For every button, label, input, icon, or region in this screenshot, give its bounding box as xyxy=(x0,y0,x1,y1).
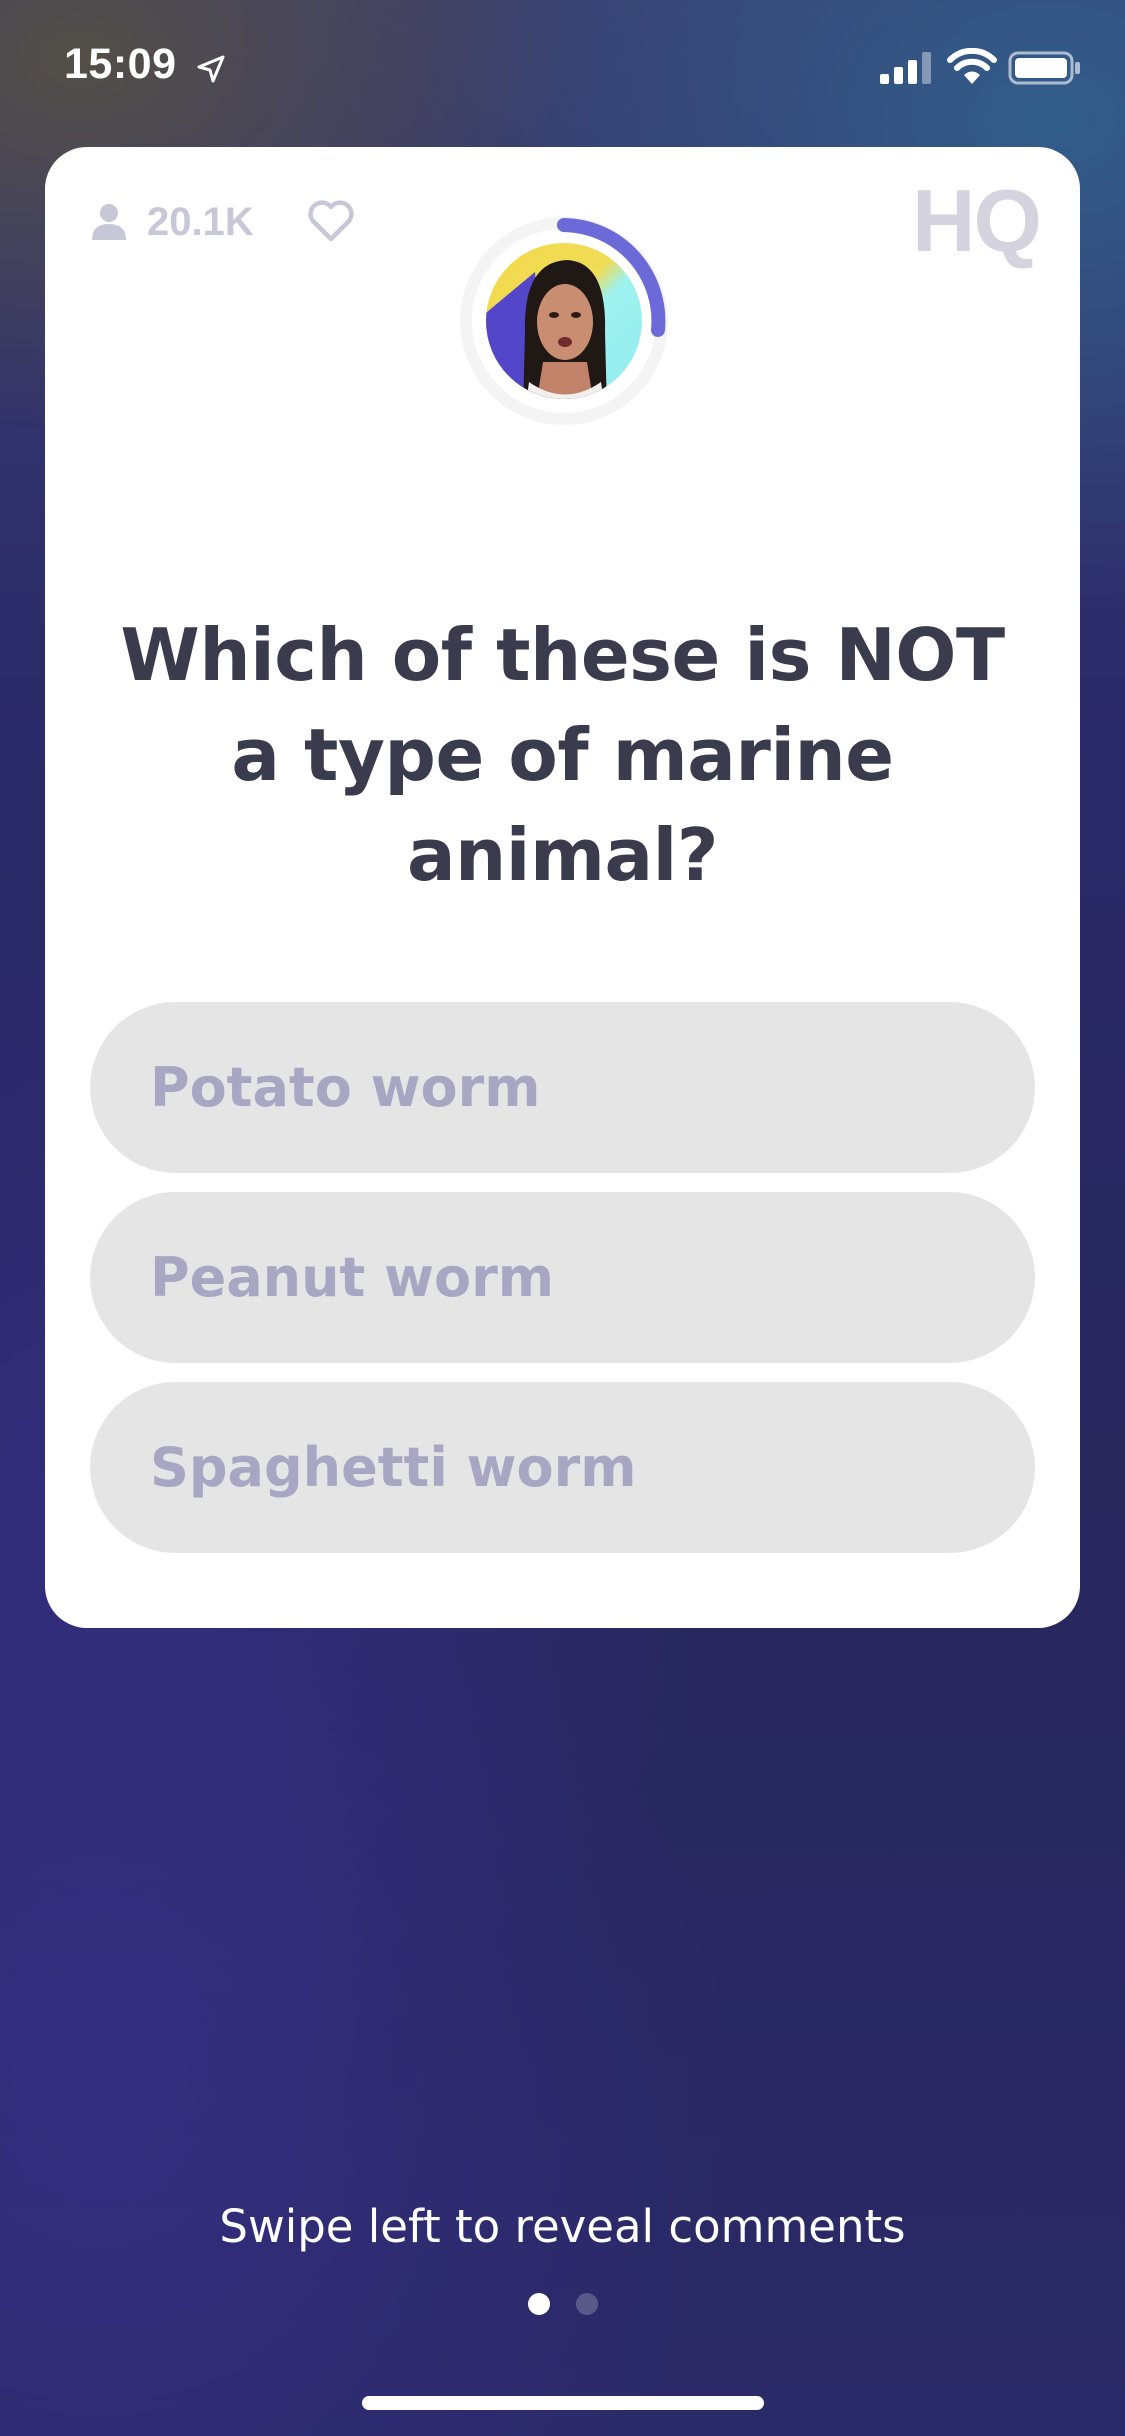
location-arrow-icon xyxy=(197,55,225,83)
question-card: 20.1K HQ Which of these is NOT a type of… xyxy=(45,147,1080,1628)
answer-option-1[interactable]: Potato worm xyxy=(90,1002,1035,1173)
home-indicator[interactable] xyxy=(362,2396,764,2410)
question-text: Which of these is NOT a type of marine a… xyxy=(120,613,1005,897)
viewer-count: 20.1K xyxy=(147,199,254,244)
cellular-signal-icon xyxy=(880,52,931,84)
answer-option-3[interactable]: Spaghetti worm xyxy=(90,1382,1035,1553)
person-icon xyxy=(92,204,126,240)
hq-logo: HQ xyxy=(912,171,1042,270)
page-indicator[interactable] xyxy=(0,2293,1125,2315)
status-time: 15:09 xyxy=(64,40,177,88)
page-dot-2[interactable] xyxy=(575,2293,598,2315)
page-dot-1[interactable] xyxy=(527,2293,550,2315)
host-avatar xyxy=(455,212,673,430)
swipe-hint: Swipe left to reveal comments xyxy=(219,2200,906,2253)
wifi-icon xyxy=(947,48,997,84)
battery-icon xyxy=(1008,51,1080,85)
heart-icon[interactable] xyxy=(307,199,355,243)
answer-list: Potato worm Peanut worm Spaghetti worm xyxy=(90,1002,1035,1572)
status-bar: 15:09 xyxy=(0,0,1125,140)
countdown-timer-ring xyxy=(460,217,668,425)
answer-option-2[interactable]: Peanut worm xyxy=(90,1192,1035,1363)
viewer-count-group: 20.1K xyxy=(89,197,254,247)
